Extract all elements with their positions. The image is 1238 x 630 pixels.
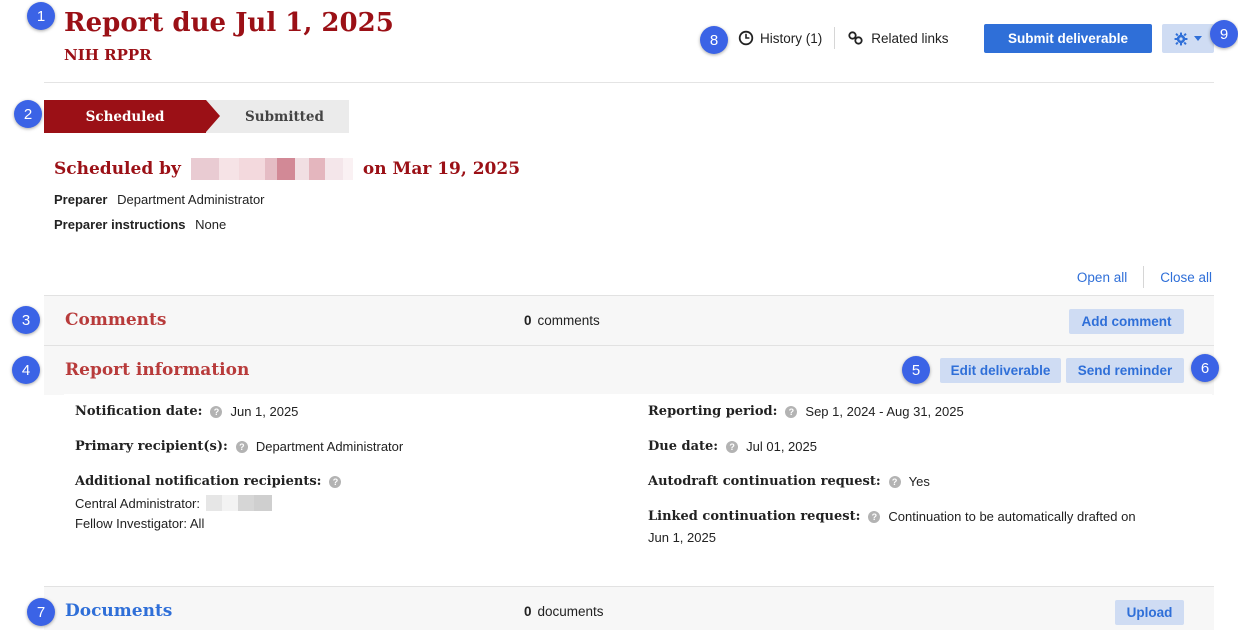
caret-down-icon [1194,35,1202,41]
submit-deliverable-button[interactable]: Submit deliverable [984,24,1152,53]
redacted-name [206,495,272,511]
report-information-panel: Notification date: ? Jun 1, 2025 Primary… [64,394,1212,566]
linked-continuation-date: Jun 1, 2025 [648,530,716,545]
open-all-link[interactable]: Open all [1077,270,1127,285]
comments-count-number: 0 [524,313,532,328]
close-all-link[interactable]: Close all [1160,270,1212,285]
callout-6: 6 [1191,354,1219,382]
clock-icon [738,30,754,46]
help-icon[interactable]: ? [785,405,798,418]
linked-continuation-row: Linked continuation request: ? Continuat… [648,509,1136,524]
redacted-name [190,158,353,180]
preparer-instructions-label: Preparer instructions [54,217,186,232]
due-date-label: Due date: [648,439,719,454]
callout-9: 9 [1210,20,1238,48]
settings-dropdown-button[interactable] [1162,24,1214,53]
history-link[interactable]: History (1) [738,30,822,46]
preparer-instructions-line: Preparer instructions None [54,217,226,232]
documents-count-label: documents [537,604,604,619]
separator [834,27,836,49]
comments-count-label: comments [537,313,600,328]
autodraft-value: Yes [908,474,930,489]
preparer-value: Department Administrator [117,192,265,207]
due-date-value: Jul 01, 2025 [746,439,817,454]
related-links-label: Related links [871,30,949,46]
step-scheduled: Scheduled [44,100,206,133]
step-submitted: Submitted [206,100,349,133]
help-icon[interactable]: ? [329,475,342,488]
reporting-period-value: Sep 1, 2024 - Aug 31, 2025 [805,404,964,419]
notification-date-value: Jun 1, 2025 [230,404,299,419]
comments-section[interactable]: Comments 0 comments Add comment [44,295,1214,345]
notification-date-row: Notification date: ? Jun 1, 2025 [75,404,298,419]
linked-continuation-row-2: Jun 1, 2025 [648,530,716,545]
edit-deliverable-button[interactable]: Edit deliverable [940,358,1061,383]
separator [1143,266,1145,288]
callout-7: 7 [27,598,55,626]
autodraft-label: Autodraft continuation request: [648,474,881,489]
additional-recipients-label: Additional notification recipients: [75,474,322,489]
link-icon [848,31,863,45]
callout-1: 1 [27,2,55,30]
send-reminder-button[interactable]: Send reminder [1066,358,1184,383]
add-comment-button[interactable]: Add comment [1069,309,1184,334]
page-subtitle: NIH RPPR [64,46,152,64]
help-icon[interactable]: ? [888,475,901,488]
primary-recipients-row: Primary recipient(s): ? Department Admin… [75,439,403,454]
help-icon[interactable]: ? [726,440,739,453]
linked-continuation-value: Continuation to be automatically drafted… [888,509,1136,524]
scheduled-suffix: on Mar 19, 2025 [362,159,521,179]
fellow-investigator-text: Fellow Investigator: All [75,516,205,531]
linked-continuation-label: Linked continuation request: [648,509,861,524]
help-icon[interactable]: ? [235,440,248,453]
reporting-period-row: Reporting period: ? Sep 1, 2024 - Aug 31… [648,404,964,419]
callout-2: 2 [14,100,42,128]
documents-count-number: 0 [524,604,532,619]
comments-count: 0 comments [524,313,600,328]
history-label: History (1) [760,30,823,46]
comments-title: Comments [65,310,167,330]
open-close-controls: Open all Close all [1077,266,1212,288]
related-links-link[interactable]: Related links [847,30,949,46]
scheduled-by-line: Scheduled by on Mar 19, 2025 [54,158,520,180]
callout-5: 5 [902,356,930,384]
help-icon[interactable]: ? [868,510,881,523]
header-actions: History (1) Related links [738,24,949,52]
callout-8: 8 [700,26,728,54]
report-information-title: Report information [65,360,250,380]
help-icon[interactable]: ? [210,405,223,418]
documents-count: 0 documents [524,604,604,619]
preparer-instructions-value: None [195,217,227,232]
autodraft-row: Autodraft continuation request: ? Yes [648,474,930,489]
header-divider [44,82,1214,83]
due-date-row: Due date: ? Jul 01, 2025 [648,439,817,454]
documents-title: Documents [65,601,173,621]
preparer-label: Preparer [54,192,108,207]
preparer-line: Preparer Department Administrator [54,192,265,207]
central-administrator-row: Central Administrator: [75,495,278,511]
gear-icon [1174,32,1188,45]
primary-recipients-value: Department Administrator [255,439,404,454]
report-information-section[interactable]: Report information Edit deliverable Send… [44,345,1214,395]
documents-section[interactable]: Documents 0 documents Upload [44,586,1214,630]
notification-date-label: Notification date: [75,404,203,419]
scheduled-prefix: Scheduled by [54,159,181,179]
primary-recipients-label: Primary recipient(s): [75,439,228,454]
status-steps: Submitted Scheduled [44,100,349,133]
step-arrow [206,100,220,132]
fellow-investigator-row: Fellow Investigator: All [75,516,204,531]
additional-recipients-row: Additional notification recipients: ? [75,474,349,489]
reporting-period-label: Reporting period: [648,404,778,419]
callout-3: 3 [12,306,40,334]
central-administrator-label: Central Administrator: [75,495,200,511]
upload-button[interactable]: Upload [1115,600,1184,625]
callout-4: 4 [12,356,40,384]
page-title: Report due Jul 1, 2025 [64,8,394,38]
